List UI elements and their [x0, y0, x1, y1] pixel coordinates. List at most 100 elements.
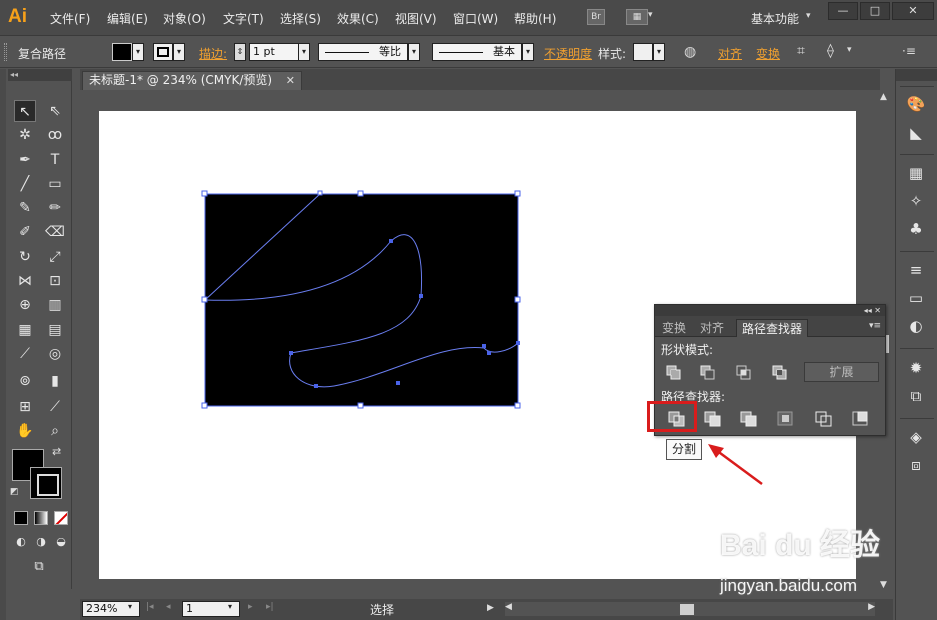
menu-file[interactable]: 文件(F) [50, 10, 90, 27]
hand-tool-icon[interactable]: ✋ [14, 420, 36, 442]
menu-effect[interactable]: 效果(C) [337, 10, 379, 27]
stroke-weight-stepper[interactable]: ⇕ [234, 43, 246, 61]
menu-select[interactable]: 选择(S) [280, 10, 321, 27]
color-guide-icon[interactable]: ◣ [905, 122, 927, 144]
recolor-artwork-icon[interactable]: ◍ [684, 44, 696, 60]
black-rectangle-shape[interactable] [205, 194, 518, 406]
scale-tool-icon[interactable]: ⤢ [44, 246, 66, 268]
pen-tool-icon[interactable]: ✒ [14, 149, 36, 171]
status-mode[interactable]: 选择 [370, 601, 394, 618]
graphic-style-swatch[interactable] [633, 43, 653, 61]
default-fill-stroke-icon[interactable]: ◩ [10, 487, 19, 497]
none-mode-icon[interactable] [54, 511, 68, 525]
envelope-options-icon[interactable]: ⟠ [827, 43, 834, 59]
zoom-dropdown-icon[interactable]: ▾ [128, 602, 132, 611]
panel-menu-icon[interactable]: ▾≡ [869, 321, 881, 331]
slice-tool-icon[interactable]: ⟋ [44, 396, 66, 418]
perspective-grid-tool-icon[interactable]: ▥ [44, 294, 66, 316]
scroll-right-icon[interactable]: ▶ [868, 602, 875, 612]
stroke-color-swatch[interactable] [153, 43, 173, 61]
direct-selection-tool-icon[interactable]: ⇖ [44, 100, 66, 122]
free-transform-tool-icon[interactable]: ⊡ [44, 270, 66, 292]
draw-behind-icon[interactable]: ◑ [32, 531, 50, 553]
panel-collapse-close-icon[interactable]: ◂◂ ✕ [655, 305, 885, 316]
pencil-tool-icon[interactable]: ✏ [44, 197, 66, 219]
appearance-panel-icon[interactable]: ✹ [905, 357, 927, 379]
swap-fill-stroke-icon[interactable]: ⇄ [52, 445, 61, 458]
stroke-swatch[interactable] [30, 467, 62, 499]
scroll-up-icon[interactable]: ▲ [880, 92, 887, 102]
tools-panel-collapse-icon[interactable]: ◂◂ [8, 69, 72, 81]
last-artboard-icon[interactable]: ▸| [266, 602, 274, 612]
zoom-tool-icon[interactable]: ⌕ [44, 420, 66, 442]
crop-icon[interactable] [775, 409, 797, 429]
outline-icon[interactable] [813, 409, 835, 429]
arrange-documents-icon[interactable]: ▦ [626, 9, 648, 25]
line-tool-icon[interactable]: ╱ [14, 173, 36, 195]
align-link[interactable]: 对齐 [718, 45, 742, 62]
expand-button[interactable]: 扩展 [804, 362, 879, 382]
close-document-icon[interactable]: ✕ [286, 72, 295, 89]
intersect-icon[interactable] [733, 363, 755, 383]
layers-panel-icon[interactable]: ◈ [905, 426, 927, 448]
menu-type[interactable]: 文字(T) [223, 10, 264, 27]
tab-transform[interactable]: 变换 [657, 319, 691, 337]
dock-expand-icon[interactable] [896, 69, 937, 81]
shape-builder-tool-icon[interactable]: ⊕ [14, 294, 36, 316]
artboard-dropdown-icon[interactable]: ▾ [228, 602, 232, 611]
isolate-object-icon[interactable]: ⌗ [797, 43, 805, 59]
close-button[interactable]: ✕ [892, 2, 934, 20]
rotate-tool-icon[interactable]: ↻ [14, 246, 36, 268]
previous-artboard-icon[interactable]: ◂ [166, 602, 171, 612]
unite-icon[interactable] [663, 363, 685, 383]
lasso-tool-icon[interactable]: ꝏ [44, 124, 66, 146]
column-graph-tool-icon[interactable]: ▮ [44, 370, 66, 392]
minimize-button[interactable]: — [828, 2, 858, 20]
trim-icon[interactable] [702, 409, 724, 429]
eraser-tool-icon[interactable]: ⌫ [44, 221, 66, 243]
gradient-panel-icon[interactable]: ▭ [905, 287, 927, 309]
exclude-icon[interactable] [769, 363, 791, 383]
blob-brush-tool-icon[interactable]: ✐ [14, 221, 36, 243]
maximize-button[interactable]: □ [860, 2, 890, 20]
workspace-switcher[interactable]: 基本功能 [751, 10, 799, 27]
draw-inside-icon[interactable]: ◒ [52, 531, 70, 553]
brushes-panel-icon[interactable]: ✧ [905, 190, 927, 212]
menu-window[interactable]: 窗口(W) [453, 10, 498, 27]
artboards-panel-icon[interactable]: ⧈ [905, 454, 927, 476]
next-artboard-icon[interactable]: ▸ [248, 602, 253, 612]
color-panel-icon[interactable]: 🎨 [905, 93, 927, 115]
merge-icon[interactable] [738, 409, 760, 429]
type-tool-icon[interactable]: T [44, 149, 66, 171]
width-tool-icon[interactable]: ⋈ [14, 270, 36, 292]
screen-mode-icon[interactable]: ⧉ [26, 556, 52, 578]
graphic-styles-panel-icon[interactable]: ⧉ [905, 385, 927, 407]
rectangle-tool-icon[interactable]: ▭ [44, 173, 66, 195]
first-artboard-icon[interactable]: |◂ [146, 602, 154, 612]
workspace-dropdown-icon[interactable]: ▾ [806, 11, 811, 21]
swatches-panel-icon[interactable]: ▦ [905, 162, 927, 184]
stroke-weight-field[interactable]: 1 pt [249, 43, 299, 61]
magic-wand-tool-icon[interactable]: ✲ [14, 124, 36, 146]
fill-dropdown-icon[interactable]: ▾ [132, 43, 144, 61]
tab-pathfinder[interactable]: 路径查找器 [736, 319, 809, 337]
horizontal-scrollbar[interactable]: ◀ ▶ [505, 602, 875, 616]
paintbrush-tool-icon[interactable]: ✎ [14, 197, 36, 219]
artboard-tool-icon[interactable]: ⊞ [14, 396, 36, 418]
symbol-sprayer-tool-icon[interactable]: ⊚ [14, 370, 36, 392]
gradient-tool-icon[interactable]: ▤ [44, 319, 66, 341]
tab-align[interactable]: 对齐 [695, 319, 729, 337]
stroke-panel-link[interactable]: 描边: [199, 45, 227, 62]
selection-tool-icon[interactable]: ↖ [14, 100, 36, 122]
menu-view[interactable]: 视图(V) [395, 10, 437, 27]
blend-tool-icon[interactable]: ◎ [44, 343, 66, 365]
mesh-tool-icon[interactable]: ▦ [14, 319, 36, 341]
envelope-dropdown-icon[interactable]: ▾ [847, 45, 852, 55]
scroll-down-icon[interactable]: ▼ [880, 580, 887, 590]
stroke-dropdown-icon[interactable]: ▾ [173, 43, 185, 61]
menu-object[interactable]: 对象(O) [163, 10, 206, 27]
brush-definition[interactable]: 基本 [432, 43, 522, 61]
control-bar-menu-icon[interactable]: ⋅≡ [902, 44, 916, 58]
eyedropper-tool-icon[interactable]: ⟋ [14, 343, 36, 365]
variable-width-profile[interactable]: 等比 [318, 43, 408, 61]
